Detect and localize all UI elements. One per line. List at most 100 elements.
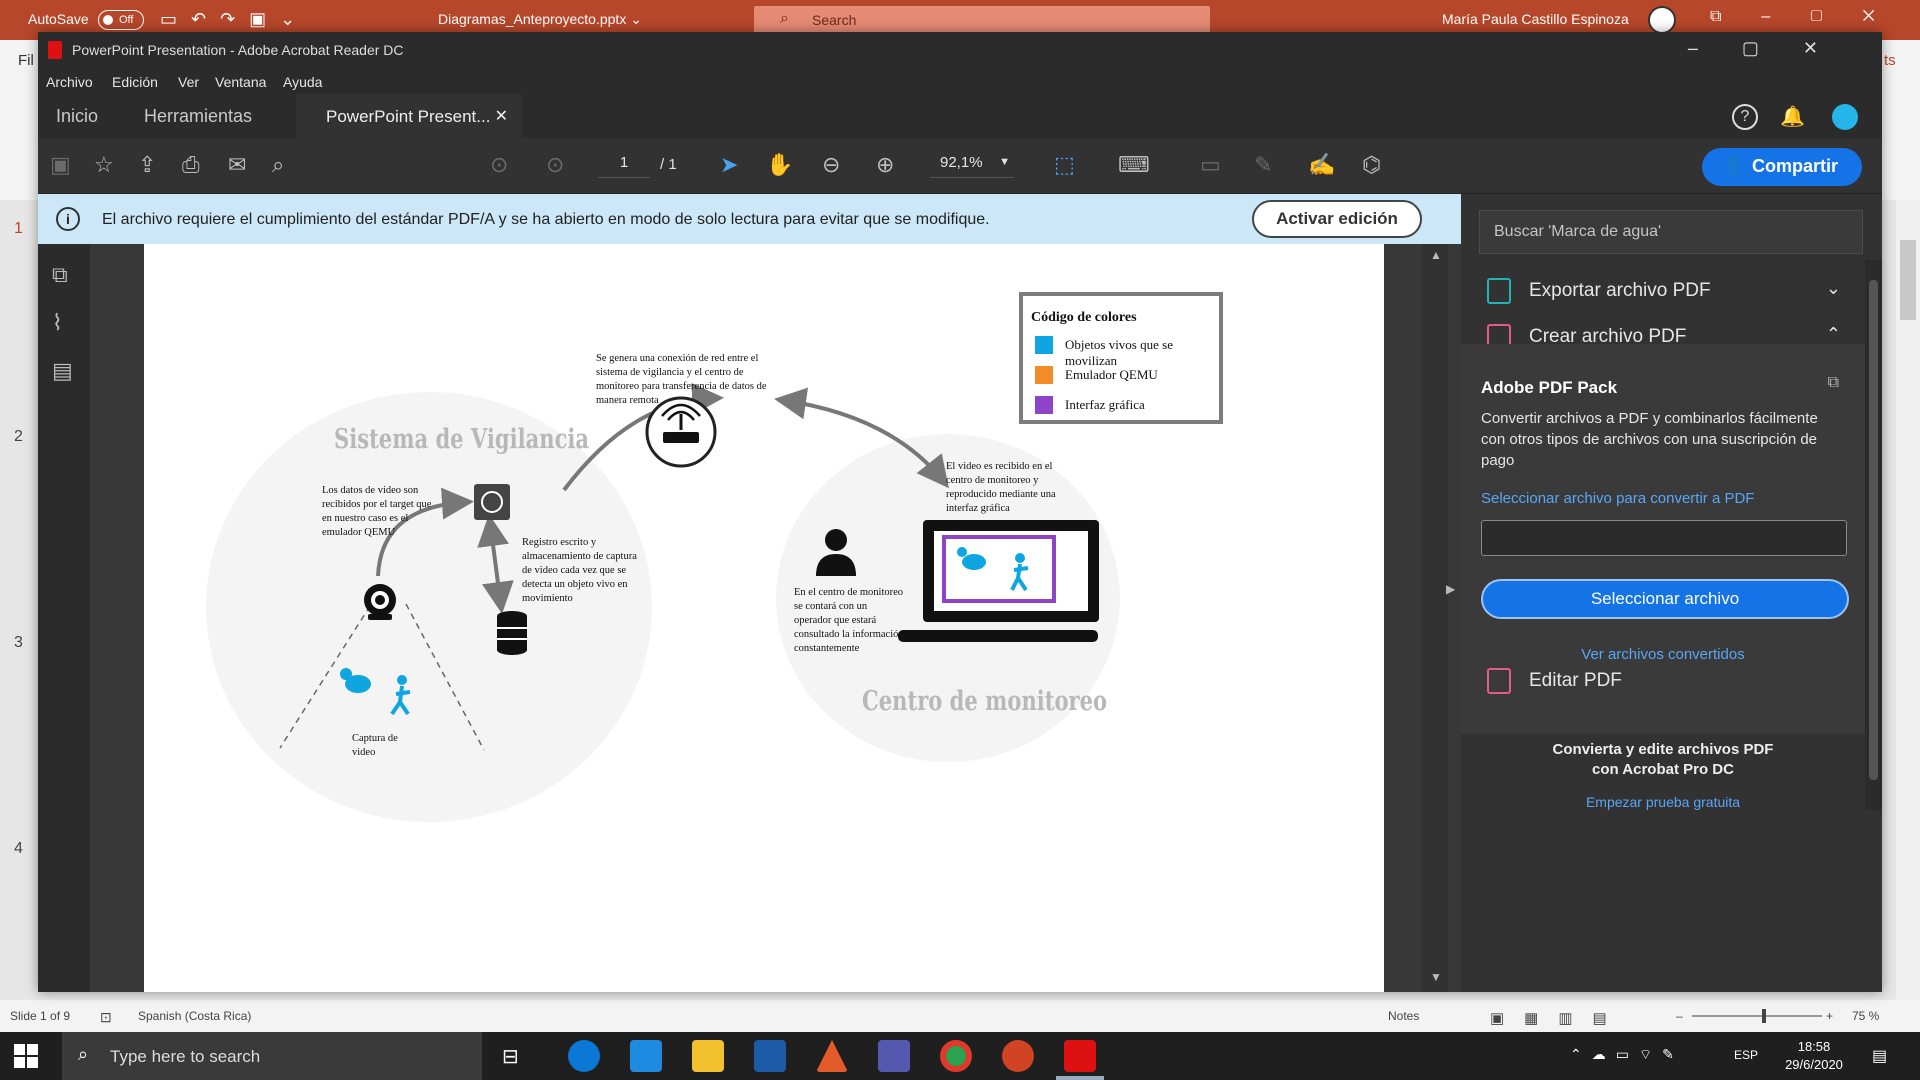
ppt-vertical-scrollbar[interactable] <box>1896 200 1920 1000</box>
zoom-out-icon[interactable]: – <box>1676 1009 1683 1023</box>
powerpoint-icon[interactable] <box>1002 1040 1034 1072</box>
awr-icon[interactable] <box>754 1040 786 1072</box>
quick-access-toolbar[interactable]: ▭↶↷▣⌄ <box>160 9 309 30</box>
teams-icon[interactable] <box>878 1040 910 1072</box>
slide-number[interactable]: 4 <box>14 840 23 858</box>
menu-ver[interactable]: Ver <box>178 74 199 90</box>
menu-archivo[interactable]: Archivo <box>46 74 93 90</box>
print-icon[interactable]: ⎙ <box>182 152 200 178</box>
taskbar-search-input[interactable]: ⌕ Type here to search <box>62 1032 482 1080</box>
legend-swatch <box>1035 336 1053 354</box>
clock[interactable]: 18:58 29/6/2020 <box>1774 1038 1854 1074</box>
star-icon[interactable]: ☆ <box>94 152 114 178</box>
next-page-icon[interactable]: ⊙ <box>546 152 564 178</box>
notes-check-icon[interactable]: ⊡ <box>100 1009 112 1026</box>
comment-icon[interactable]: ▭ <box>1200 152 1221 178</box>
scroll-mode-icon[interactable]: ⌨ <box>1118 152 1150 178</box>
tab-herramientas[interactable]: Herramientas <box>144 106 252 127</box>
email-icon[interactable]: ✉ <box>228 152 246 178</box>
zoom-in-icon[interactable]: ⊕ <box>876 152 894 178</box>
highlight-icon[interactable]: ✎ <box>1254 152 1272 178</box>
chrome-icon[interactable] <box>940 1040 972 1072</box>
edit-pdf-icon <box>1487 668 1511 694</box>
find-icon[interactable]: ⌕ <box>272 152 284 178</box>
ppt-search-input[interactable]: ⌕ Search <box>754 6 1210 34</box>
avatar[interactable] <box>1648 6 1676 34</box>
zoom-in-icon[interactable]: + <box>1826 1009 1833 1023</box>
pages-icon[interactable]: ⧉ <box>52 262 68 288</box>
menu-ventana[interactable]: Ventana <box>215 74 266 90</box>
select-cursor-icon[interactable]: ➤ <box>720 152 738 178</box>
select-file-link[interactable]: Seleccionar archivo para convertir a PDF <box>1481 490 1754 507</box>
save-icon[interactable]: ▣ <box>50 152 71 178</box>
acrobat-menubar: Archivo Edición Ver Ventana Ayuda <box>38 68 1882 94</box>
tab-inicio[interactable]: Inicio <box>56 106 98 127</box>
tools-panel-scrollbar[interactable] <box>1865 260 1882 810</box>
chevron-up-icon[interactable]: ⌃ <box>1826 324 1841 345</box>
zoom-level[interactable]: 75 % <box>1852 1009 1879 1023</box>
view-buttons[interactable]: ▣▦▥▤ <box>1490 1009 1627 1027</box>
file-field[interactable] <box>1481 520 1847 556</box>
autosave-toggle[interactable]: Off <box>98 10 144 30</box>
edit-pdf-item[interactable]: Editar PDF <box>1461 656 1865 706</box>
zoom-slider[interactable] <box>1692 1009 1822 1023</box>
zoom-select[interactable]: 92,1% ▼ <box>930 154 1014 178</box>
zoom-out-icon[interactable]: ⊖ <box>822 152 840 178</box>
acrobat-icon[interactable] <box>1064 1040 1096 1072</box>
notification-icon[interactable]: ▤ <box>1872 1046 1887 1066</box>
legend-label: Interfaz gráfica <box>1065 397 1145 412</box>
window-controls[interactable]: ⧉–▢✕ <box>1710 8 1915 26</box>
scroll-up-icon[interactable]: ▲ <box>1430 248 1442 262</box>
language-indicator[interactable]: ESP <box>1734 1048 1758 1062</box>
task-view-icon[interactable]: ⊟ <box>502 1044 534 1076</box>
ppt-filename[interactable]: Diagramas_Anteproyecto.pptx ⌄ <box>438 11 642 28</box>
ppt-user-name[interactable]: María Paula Castillo Espinoza <box>1442 11 1629 27</box>
copy-icon[interactable]: ⧉ <box>1828 374 1839 392</box>
scrollbar-thumb[interactable] <box>1869 280 1878 780</box>
avatar[interactable] <box>1832 104 1858 130</box>
edge-icon[interactable] <box>568 1040 600 1072</box>
file-explorer-icon[interactable] <box>692 1040 724 1072</box>
mail-icon[interactable] <box>630 1040 662 1072</box>
matlab-icon[interactable] <box>816 1040 848 1072</box>
scrollbar-thumb[interactable] <box>1900 240 1916 320</box>
ppt-ribbon-tab[interactable]: ts <box>1884 52 1896 69</box>
legend-swatch <box>1035 396 1053 414</box>
sign-icon[interactable]: ✍ <box>1308 152 1335 178</box>
upload-icon[interactable]: ⇪ <box>138 152 156 178</box>
menu-ayuda[interactable]: Ayuda <box>283 74 322 90</box>
close-icon[interactable]: ✕ <box>495 106 508 126</box>
language-status[interactable]: Spanish (Costa Rica) <box>138 1009 251 1023</box>
ppt-file-tab[interactable]: Fil <box>18 52 34 69</box>
menu-edicion[interactable]: Edición <box>112 74 158 90</box>
select-file-button[interactable]: Seleccionar archivo <box>1481 579 1849 619</box>
page-number-input[interactable]: 1 <box>598 154 650 178</box>
fit-page-icon[interactable]: ⬚ <box>1054 152 1075 178</box>
help-icon[interactable]: ? <box>1732 104 1758 130</box>
scroll-down-icon[interactable]: ▼ <box>1430 970 1442 984</box>
tools-panel: Buscar 'Marca de agua' Exportar archivo … <box>1461 194 1882 992</box>
system-tray-icons[interactable]: ⌃☁▭⌔✎ <box>1570 1046 1684 1064</box>
slide-number[interactable]: 3 <box>14 634 23 652</box>
hand-tool-icon[interactable]: ✋ <box>766 152 793 178</box>
document-properties-icon[interactable]: ▤ <box>52 358 73 384</box>
tab-document[interactable]: PowerPoint Present... ✕ <box>296 94 522 138</box>
windows-start-icon[interactable] <box>14 1044 38 1068</box>
start-trial-link[interactable]: Empezar prueba gratuita <box>1461 794 1865 810</box>
expand-right-panel-icon[interactable]: ▶ <box>1446 582 1455 596</box>
tools-search-input[interactable]: Buscar 'Marca de agua' <box>1479 210 1863 254</box>
attachment-icon[interactable]: ⌇ <box>52 310 63 336</box>
document-scrollbar[interactable]: ▲ ▼ <box>1422 244 1448 992</box>
enable-editing-button[interactable]: Activar edición <box>1252 200 1422 238</box>
share-button[interactable]: 👤 Compartir <box>1702 148 1862 186</box>
slide-number[interactable]: 1 <box>14 220 23 238</box>
slide-info: Slide 1 of 9 <box>10 1009 71 1023</box>
chevron-down-icon[interactable]: ⌄ <box>1826 278 1841 299</box>
slide-number[interactable]: 2 <box>14 428 23 446</box>
export-pdf-item[interactable]: Exportar archivo PDF ⌄ <box>1461 266 1865 316</box>
bell-icon[interactable]: 🔔 <box>1780 104 1806 130</box>
fill-sign-icon[interactable]: ⌬ <box>1362 152 1381 178</box>
prev-page-icon[interactable]: ⊙ <box>490 152 508 178</box>
acrobat-window-controls[interactable]: –▢✕ <box>1688 38 1862 59</box>
notes-button[interactable]: Notes <box>1388 1009 1419 1023</box>
